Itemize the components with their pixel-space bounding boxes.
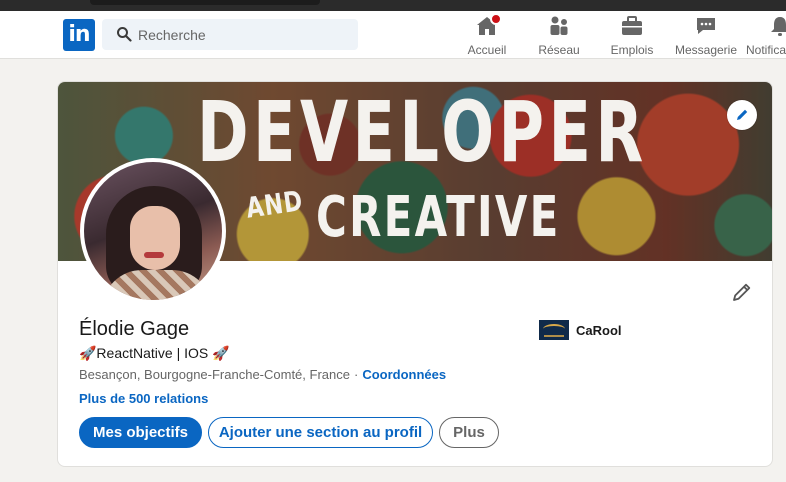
company-logo [539,320,569,340]
search-box[interactable] [102,19,358,50]
profile-headline: 🚀ReactNative | IOS 🚀 [79,345,230,361]
contact-info-link[interactable]: Coordonnées [362,367,446,382]
connections-link[interactable]: Plus de 500 relations [79,391,208,406]
search-input[interactable] [138,19,348,50]
separator: · [353,367,359,382]
bell-icon [768,15,786,37]
banner-text-developer: DEVELOPER [197,83,648,181]
nav-notifications[interactable]: Notifica [746,15,786,57]
banner-text-creative: CREATIVE [316,185,561,250]
pencil-icon [733,283,751,301]
nav-network[interactable]: Réseau [533,15,585,57]
network-icon [547,15,571,37]
profile-location-line: Besançon, Bourgogne-Franche-Comté, Franc… [79,367,446,382]
pencil-icon [737,109,748,120]
linkedin-logo[interactable]: in [63,19,95,51]
profile-card: DEVELOPER AND CREATIVE Élodie Gage 🚀Reac… [57,81,773,467]
open-to-button[interactable]: Mes objectifs [79,417,202,448]
nav-notifications-label: Notifica [746,43,786,57]
browser-chrome-strip [0,0,786,11]
more-button[interactable]: Plus [439,417,499,448]
notification-dot [490,13,502,25]
briefcase-icon [620,15,644,37]
nav-home-label: Accueil [467,43,507,57]
edit-banner-button[interactable] [727,100,757,130]
company-name: CaRool [576,323,622,338]
banner-text-and: AND [244,184,306,225]
nav-jobs-label: Emplois [610,43,654,57]
add-profile-section-button[interactable]: Ajouter une section au profil [208,417,433,448]
nav-jobs[interactable]: Emplois [606,15,658,57]
profile-location: Besançon, Bourgogne-Franche-Comté, Franc… [79,367,350,382]
nav-messaging[interactable]: Messagerie [673,15,739,57]
home-icon [475,13,502,37]
edit-intro-button[interactable] [730,280,754,304]
nav-network-label: Réseau [538,43,580,57]
nav-home[interactable]: Accueil [461,13,513,57]
profile-avatar[interactable] [80,158,226,304]
search-icon [117,27,132,42]
messaging-icon [694,15,718,37]
profile-name: Élodie Gage [79,318,190,340]
top-navbar: in Accueil Réseau [0,11,786,59]
nav-messaging-label: Messagerie [674,43,738,57]
